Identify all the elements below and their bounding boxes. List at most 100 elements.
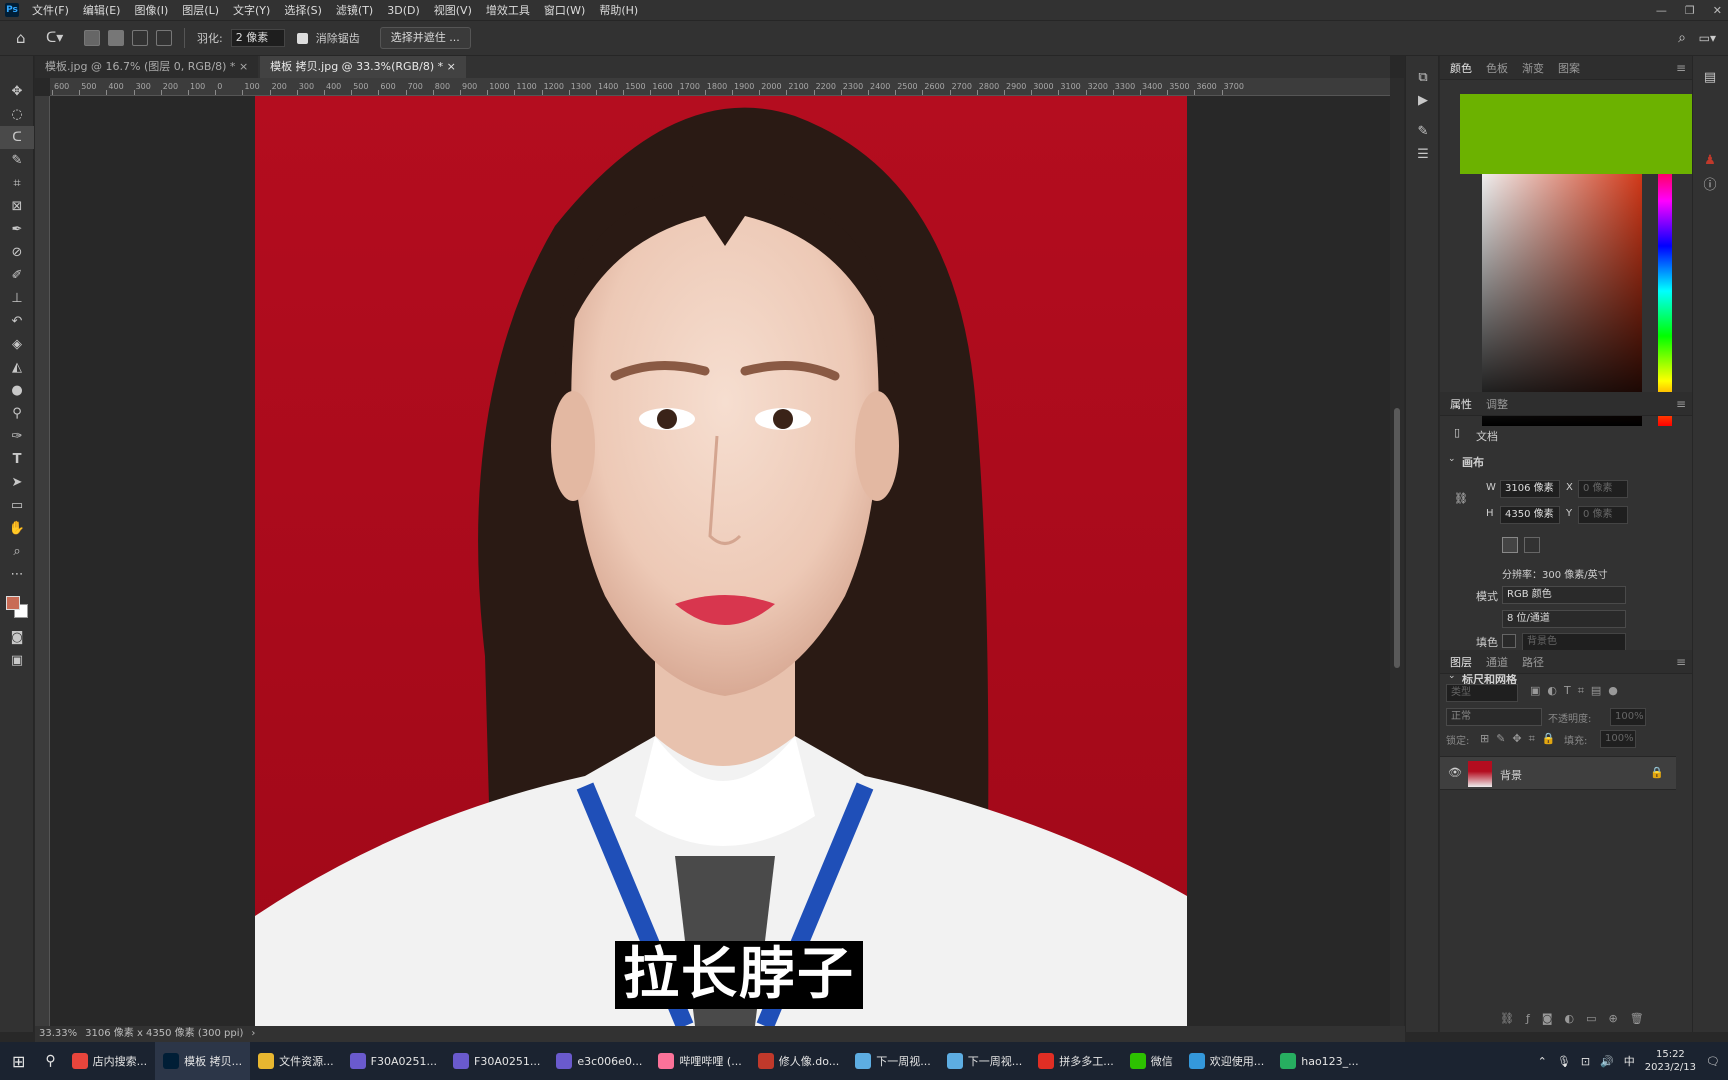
start-button[interactable]: ⊞ xyxy=(0,1042,37,1080)
dodge-tool-icon[interactable]: ⚲ xyxy=(0,402,34,425)
chevron-down-icon[interactable]: ⌄ xyxy=(1448,454,1456,464)
menu-window[interactable]: 窗口(W) xyxy=(537,2,592,18)
lasso-tool-preset-icon[interactable]: ᑕ▾ xyxy=(46,30,76,46)
new-selection-icon[interactable] xyxy=(84,30,100,46)
microphone-icon[interactable]: 🎙 xyxy=(1557,1055,1571,1068)
taskbar-app[interactable]: e3c006e0... xyxy=(548,1042,650,1080)
cortana-icon[interactable]: ⚲ xyxy=(37,1042,63,1080)
fill-select[interactable]: 背景色 xyxy=(1522,633,1626,651)
brush-tool-icon[interactable]: ✐ xyxy=(0,264,34,287)
visibility-eye-icon[interactable]: 👁 xyxy=(1448,766,1462,779)
menu-plugins[interactable]: 增效工具 xyxy=(479,2,537,18)
taskbar-app[interactable]: F30A0251... xyxy=(445,1042,548,1080)
x-field[interactable]: 0 像素 xyxy=(1578,480,1628,498)
feather-input[interactable]: 2 像素 xyxy=(230,29,285,47)
taskbar-app[interactable]: 拼多多工... xyxy=(1030,1042,1122,1080)
layer-filter-icons[interactable]: ▣◐T⌗▤● xyxy=(1530,684,1625,698)
path-select-tool-icon[interactable]: ➤ xyxy=(0,471,34,494)
zoom-level[interactable]: 33.33% xyxy=(39,1026,77,1042)
close-icon[interactable]: ✕ xyxy=(1713,4,1722,17)
link-icon[interactable]: ⛓ xyxy=(1454,492,1468,505)
taskbar-app[interactable]: hao123_... xyxy=(1272,1042,1366,1080)
document-canvas[interactable]: 拉长脖子 xyxy=(50,96,1390,1026)
clock-time[interactable]: 15:22 xyxy=(1656,1048,1685,1061)
layer-filter-search[interactable]: 类型 xyxy=(1446,684,1518,702)
fill-swatch[interactable] xyxy=(1502,634,1516,648)
healing-tool-icon[interactable]: ⊘ xyxy=(0,241,34,264)
layer-row[interactable]: 👁 背景 🔒 xyxy=(1440,756,1676,790)
taskbar-app[interactable]: 微信 xyxy=(1122,1042,1181,1080)
actions-play-icon[interactable]: ▶ xyxy=(1406,89,1440,112)
taskbar-app[interactable]: 下一周视... xyxy=(847,1042,939,1080)
network-icon[interactable]: ⊡ xyxy=(1581,1055,1590,1068)
chevron-right-icon[interactable]: › xyxy=(251,1026,255,1042)
add-selection-icon[interactable] xyxy=(108,30,124,46)
portrait-photo[interactable] xyxy=(255,96,1187,1026)
scrollbar-thumb[interactable] xyxy=(1394,408,1400,668)
notification-icon[interactable]: 🗨 xyxy=(1706,1055,1720,1068)
taskbar-app[interactable]: 店内搜索... xyxy=(64,1042,156,1080)
mode-select[interactable]: RGB 颜色 xyxy=(1502,586,1626,604)
history-brush-tool-icon[interactable]: ↶ xyxy=(0,310,34,333)
canvas-section-label[interactable]: 画布 xyxy=(1462,454,1484,470)
rectangle-tool-icon[interactable]: ▭ xyxy=(0,494,34,517)
landscape-orientation-icon[interactable] xyxy=(1524,537,1540,553)
tab-adjustments[interactable]: 调整 xyxy=(1486,396,1508,412)
menu-image[interactable]: 图像(I) xyxy=(127,2,175,18)
frame-tool-icon[interactable]: ⊠ xyxy=(0,195,34,218)
eyedropper-tool-icon[interactable]: ✒ xyxy=(0,218,34,241)
tab-properties[interactable]: 属性 xyxy=(1450,396,1472,412)
foreground-color-swatch[interactable] xyxy=(6,596,20,610)
hue-slider[interactable] xyxy=(1658,156,1672,426)
opacity-field[interactable]: 100% xyxy=(1610,708,1646,726)
tab-template-copy[interactable]: 模板 拷贝.jpg @ 33.3%(RGB/8) * × xyxy=(260,56,466,78)
brush-settings-icon[interactable]: ✎ xyxy=(1406,120,1440,143)
taskbar-app[interactable]: 模板 拷贝... xyxy=(155,1042,251,1080)
type-tool-icon[interactable]: T xyxy=(0,448,34,471)
screen-mode-icon[interactable]: ▣ xyxy=(0,649,34,672)
pen-tool-icon[interactable]: ✑ xyxy=(0,425,34,448)
tab-color[interactable]: 颜色 xyxy=(1450,60,1472,76)
menu-layer[interactable]: 图层(L) xyxy=(175,2,226,18)
character-icon[interactable]: ♟ xyxy=(1693,149,1727,172)
height-field[interactable]: 4350 像素 xyxy=(1500,506,1560,524)
intersect-selection-icon[interactable] xyxy=(156,30,172,46)
zoom-tool-icon[interactable]: ⌕ xyxy=(0,540,34,563)
menu-edit[interactable]: 编辑(E) xyxy=(76,2,128,18)
workspace-icon[interactable]: ▭▾ xyxy=(1699,31,1716,45)
volume-icon[interactable]: 🔊 xyxy=(1600,1055,1614,1068)
tab-layers[interactable]: 图层 xyxy=(1450,654,1472,670)
fill-opacity-field[interactable]: 100% xyxy=(1600,730,1636,748)
taskbar-app[interactable]: F30A0251... xyxy=(342,1042,445,1080)
restore-icon[interactable]: ❐ xyxy=(1685,4,1695,17)
width-field[interactable]: 3106 像素 xyxy=(1500,480,1560,498)
more-tools-icon[interactable]: ⋯ xyxy=(0,563,34,586)
tray-expand-icon[interactable]: ⌃ xyxy=(1538,1055,1547,1068)
hand-tool-icon[interactable]: ✋ xyxy=(0,517,34,540)
document-info[interactable]: 3106 像素 x 4350 像素 (300 ppi) xyxy=(85,1026,243,1042)
stamp-tool-icon[interactable]: ⊥ xyxy=(0,287,34,310)
tab-paths[interactable]: 路径 xyxy=(1522,654,1544,670)
taskbar-app[interactable]: 修人像.do... xyxy=(750,1042,848,1080)
crop-tool-icon[interactable]: ⌗ xyxy=(0,172,34,195)
subtract-selection-icon[interactable] xyxy=(132,30,148,46)
search-icon[interactable]: ⌕ xyxy=(1678,30,1686,46)
clock-date[interactable]: 2023/2/13 xyxy=(1645,1061,1696,1074)
color-field[interactable] xyxy=(1482,156,1642,426)
menu-help[interactable]: 帮助(H) xyxy=(592,2,645,18)
menu-3d[interactable]: 3D(D) xyxy=(380,4,427,17)
info-icon[interactable]: ⓘ xyxy=(1693,172,1727,195)
select-and-mask-button[interactable]: 选择并遮住 ... xyxy=(379,27,471,49)
antialias-checkbox[interactable] xyxy=(296,32,308,44)
taskbar-app[interactable]: 下一周视... xyxy=(939,1042,1031,1080)
eraser-tool-icon[interactable]: ◈ xyxy=(0,333,34,356)
libraries-icon[interactable]: ▤ xyxy=(1693,66,1727,89)
tab-template[interactable]: 模板.jpg @ 16.7% (图层 0, RGB/8) * × xyxy=(35,56,259,78)
panel-menu-icon[interactable]: ≡ xyxy=(1676,397,1686,411)
close-icon[interactable]: × xyxy=(447,60,456,73)
menu-type[interactable]: 文字(Y) xyxy=(226,2,277,18)
home-icon[interactable]: ⌂ xyxy=(16,29,38,47)
tab-channels[interactable]: 通道 xyxy=(1486,654,1508,670)
layer-name[interactable]: 背景 xyxy=(1500,767,1522,783)
panel-menu-icon[interactable]: ≡ xyxy=(1676,61,1686,75)
